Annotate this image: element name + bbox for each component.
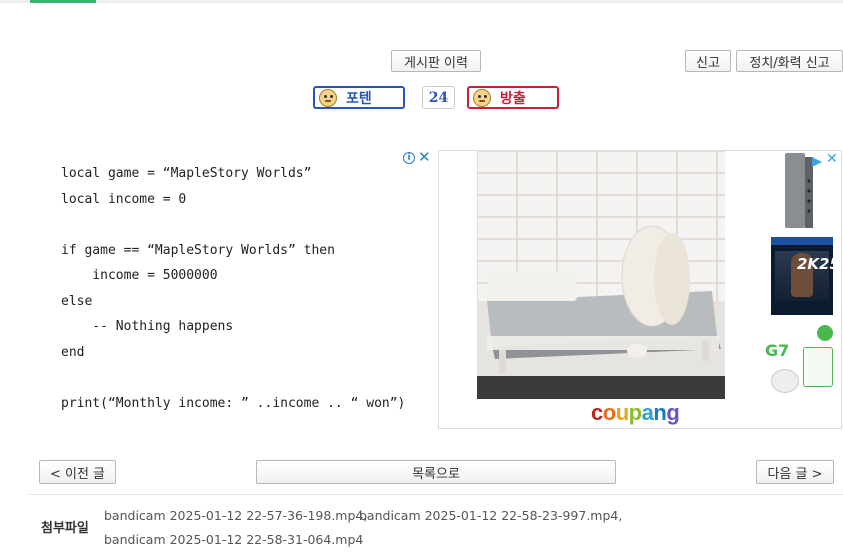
prev-post-button[interactable]: < 이전 글: [39, 460, 116, 484]
ad-close-icon[interactable]: ✕: [418, 149, 431, 165]
potent-vote-button[interactable]: 포텐: [313, 86, 405, 109]
divider: [29, 494, 843, 495]
attachment-link[interactable]: bandicam 2025-01-12 22-58-31-064.mp4: [104, 532, 363, 547]
ad-thumb-close-icon[interactable]: ✕: [826, 151, 838, 167]
dish-rack-image: [477, 151, 725, 399]
game-cover-label: 2K25: [797, 255, 833, 273]
potent-label: 포텐: [346, 90, 372, 107]
advertisement[interactable]: ✕ 2K25 G7 coupang: [438, 150, 842, 429]
ad-main-image[interactable]: [477, 151, 725, 399]
code-line: -- Nothing happens: [61, 319, 234, 334]
code-line: print(“Monthly income: ” ..income .. “ w…: [61, 395, 406, 411]
code-line: if game == “MapleStory Worlds” then: [61, 242, 335, 258]
code-line: local income = 0: [61, 191, 187, 207]
post-code-block: local game = “MapleStory Worlds” local i…: [61, 165, 405, 420]
list-button[interactable]: 목록으로: [256, 460, 616, 484]
g7-label: G7: [765, 341, 790, 360]
code-line: income = 5000000: [61, 268, 218, 283]
attachment-link[interactable]: bandicam 2025-01-12 22-58-23-997.mp4,: [359, 508, 622, 523]
frown-face-icon: [473, 88, 491, 107]
board-history-button[interactable]: 게시판 이력: [391, 50, 481, 72]
attachments-label: 첨부파일: [41, 521, 89, 536]
coupang-logo[interactable]: coupang: [591, 400, 680, 426]
political-report-button[interactable]: 정치/화력 신고: [736, 50, 843, 72]
smile-face-icon: [319, 88, 337, 107]
ad-thumb-supplement[interactable]: G7: [761, 319, 835, 397]
next-post-button[interactable]: 다음 글 >: [756, 460, 834, 484]
release-vote-button[interactable]: 방출: [467, 86, 559, 109]
ad-badge-icon: [811, 153, 823, 167]
code-line: end: [61, 344, 85, 360]
attachment-link[interactable]: bandicam 2025-01-12 22-57-36-198.mp4,: [104, 508, 367, 523]
report-button[interactable]: 신고: [685, 50, 731, 72]
ad-info-icon[interactable]: i: [403, 152, 415, 164]
active-tab-indicator: [30, 0, 96, 3]
vote-count: 24: [422, 86, 455, 109]
code-line: local game = “MapleStory Worlds”: [61, 166, 312, 181]
top-tab-bar: [0, 0, 843, 3]
release-label: 방출: [500, 90, 526, 107]
ad-thumb-game[interactable]: 2K25: [771, 237, 833, 315]
code-line: else: [61, 293, 93, 309]
